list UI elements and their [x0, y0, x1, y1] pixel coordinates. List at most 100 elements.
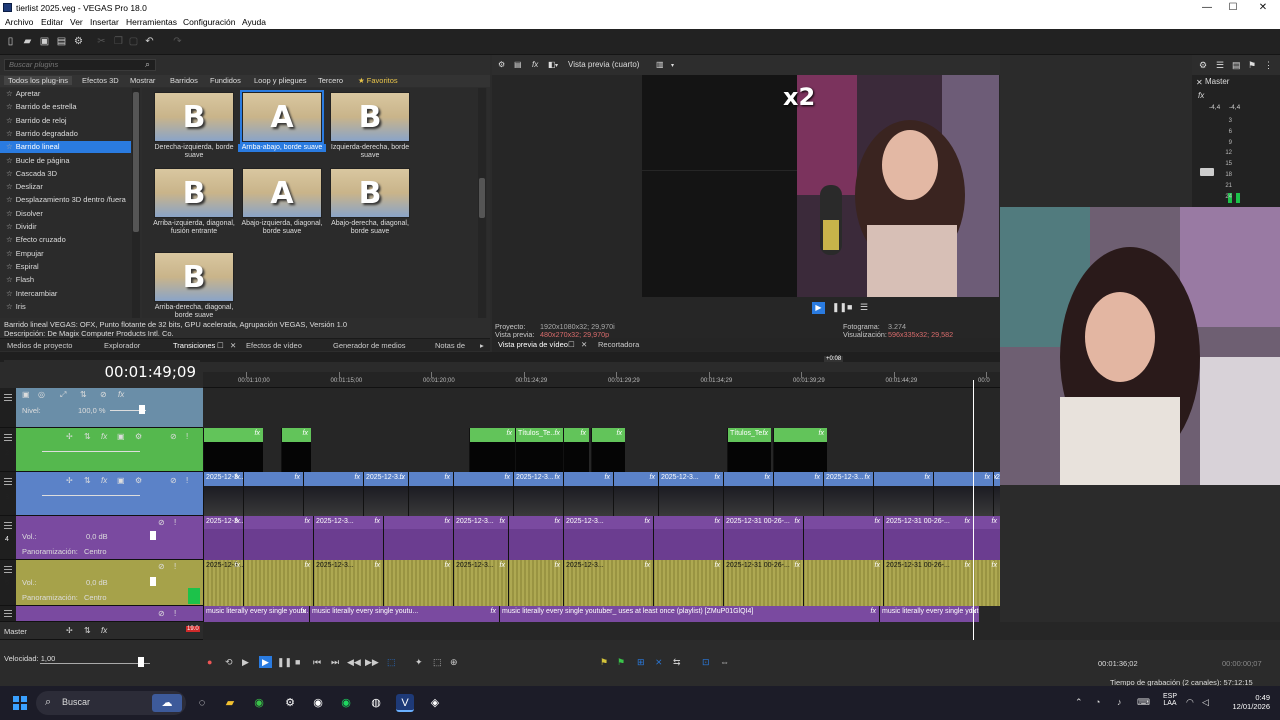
expand-icon[interactable]: ✢	[66, 432, 73, 441]
clip-fx-icon[interactable]: fx	[500, 562, 505, 569]
next-frame-button[interactable]: ▶▶	[365, 657, 379, 668]
plugin-list-item[interactable]: ☆ Iris	[0, 301, 131, 313]
clip-fx-icon[interactable]: fx	[715, 518, 720, 525]
speed-slider[interactable]	[40, 663, 150, 664]
plugin-list-item[interactable]: ☆ Espiral	[0, 261, 131, 273]
timeline-clip[interactable]: fx	[653, 560, 723, 606]
favorite-star-icon[interactable]: ☆	[6, 222, 13, 231]
expand-icon[interactable]: ✢	[66, 476, 73, 485]
preview-menu-icon[interactable]: ☰	[860, 302, 868, 313]
record-button[interactable]: ●	[207, 657, 212, 667]
minimize-button[interactable]: —	[1196, 1, 1218, 14]
region-icon[interactable]: ⚑	[617, 657, 625, 668]
preset-thumbnail[interactable]: B Abajo-derecha, diagonal, borde suave	[326, 168, 414, 236]
tab-medios-proyecto[interactable]: Medios de proyecto	[7, 341, 72, 350]
preset-thumbnail[interactable]: B Arriba-derecha, diagonal, borde suave	[150, 252, 238, 320]
vegas-taskbar-icon[interactable]: V	[396, 694, 414, 712]
clip-fx-icon[interactable]: fx	[992, 562, 997, 569]
menu-insertar[interactable]: Insertar	[90, 17, 119, 27]
mute-icon[interactable]: ⊘	[100, 390, 107, 399]
more-icon[interactable]: ⋮	[1264, 60, 1273, 71]
settings-icon[interactable]: ⚙	[281, 694, 299, 712]
clip-fx-icon[interactable]: fx	[400, 474, 405, 481]
menu-configuracion[interactable]: Configuración	[183, 17, 235, 27]
tray-keyboard-icon[interactable]: ⌨	[1137, 697, 1150, 708]
ripple-icon[interactable]: ⇆	[673, 657, 681, 668]
marker-icon[interactable]: ⚑	[600, 657, 608, 668]
media-icon[interactable]: ◍	[367, 694, 385, 712]
clip-fx-icon[interactable]: fx	[992, 518, 997, 525]
tab-mostrar[interactable]: Mostrar	[130, 76, 155, 85]
favorite-star-icon[interactable]: ☆	[6, 195, 13, 204]
solo-icon[interactable]: !	[186, 432, 188, 441]
timeline-clip[interactable]: fx	[933, 472, 993, 516]
clip-fx-icon[interactable]: fx	[985, 474, 990, 481]
solo-icon[interactable]: !	[174, 609, 176, 618]
track-motion-icon[interactable]: ▣	[22, 390, 30, 399]
speed-slider-handle[interactable]	[138, 657, 144, 667]
plugin-list-item[interactable]: ☆ Efecto cruzado	[0, 234, 131, 246]
clip-fx-icon[interactable]: fx	[925, 474, 930, 481]
plugin-list-item[interactable]: ☆ Desplazamiento 3D dentro /fuera	[0, 194, 131, 206]
clip-fx-icon[interactable]: fx	[763, 430, 768, 437]
clip-fx-icon[interactable]: fx	[617, 430, 622, 437]
favorite-star-icon[interactable]: ☆	[6, 89, 13, 98]
clip-fx-icon[interactable]: fx	[795, 518, 800, 525]
tab-generador-medios[interactable]: Generador de medios	[333, 341, 406, 350]
timeline-clip[interactable]: 2025-12-3...fx	[203, 516, 243, 560]
tab-fundidos[interactable]: Fundidos	[210, 76, 241, 85]
taskbar-clock[interactable]: 0:49 12/01/2026	[1218, 693, 1270, 711]
favorite-star-icon[interactable]: ☆	[6, 275, 13, 284]
favorite-star-icon[interactable]: ☆	[6, 249, 13, 258]
tab-notas[interactable]: Notas de	[435, 341, 465, 350]
timeline-clip[interactable]: fx	[281, 428, 311, 472]
chrome-icon[interactable]: ◉	[250, 694, 268, 712]
clip-fx-icon[interactable]: fx	[235, 562, 240, 569]
favorite-star-icon[interactable]: ☆	[6, 182, 13, 191]
clip-fx-icon[interactable]: fx	[375, 562, 380, 569]
timeline-clip[interactable]: music literally every single youtuber_ u…	[499, 606, 879, 622]
properties-icon[interactable]: ⚙	[73, 36, 84, 47]
open-folder-icon[interactable]: ▰	[22, 36, 33, 47]
envelope-icon[interactable]: ⇅	[80, 390, 87, 399]
envelope-icon[interactable]: ⇅	[84, 476, 91, 485]
clip-fx-icon[interactable]: fx	[445, 562, 450, 569]
preset-thumbnail[interactable]: A Arriba-abajo, borde suave	[238, 90, 326, 152]
clip-fx-icon[interactable]: fx	[605, 474, 610, 481]
favorite-star-icon[interactable]: ☆	[6, 116, 13, 125]
auto-crossfade-icon[interactable]: ⨯	[655, 657, 663, 668]
save-icon[interactable]: ▣	[39, 36, 50, 47]
tab-explorador[interactable]: Explorador	[104, 341, 140, 350]
preview-play-button[interactable]: ▶	[812, 302, 825, 314]
language-indicator[interactable]: ESP LAA	[1160, 693, 1180, 707]
timeline-clip[interactable]: 2025-12-3...fx	[453, 516, 508, 560]
clip-fx-icon[interactable]: fx	[965, 562, 970, 569]
clip-fx-icon[interactable]: fx	[445, 518, 450, 525]
timeline-clip[interactable]: 2025-12-3...fx	[203, 472, 243, 516]
preview-quality-select[interactable]: Vista previa (cuarto)	[568, 60, 639, 69]
clip-fx-icon[interactable]: fx	[555, 430, 560, 437]
close-tab-icon[interactable]: ✕	[230, 341, 236, 350]
tray-mic-icon[interactable]: ♪	[1117, 697, 1122, 707]
fx-icon[interactable]: fx	[101, 432, 107, 441]
chevron-down-icon[interactable]: ▾	[555, 62, 558, 69]
pause-button[interactable]: ❚❚	[277, 657, 292, 668]
clip-fx-icon[interactable]: fx	[295, 474, 300, 481]
timeline-clip[interactable]: fx	[508, 560, 563, 606]
plugin-list-item[interactable]: ☆ Empujar	[0, 248, 131, 260]
paste-icon[interactable]: ▢	[128, 36, 139, 47]
preset-thumbnail[interactable]: B Arriba-izquierda, diagonal, fusión entr…	[150, 168, 238, 236]
fx-chain-icon[interactable]: ⚑	[1248, 60, 1256, 71]
plugin-list-item[interactable]: ☆ Barrido lineal	[0, 141, 131, 154]
go-to-start-button[interactable]: ⏮	[313, 657, 321, 668]
nivel-slider-handle[interactable]	[139, 405, 145, 414]
grid-icon[interactable]: ▥	[656, 60, 664, 69]
presets-scrollbar[interactable]	[478, 88, 486, 318]
timeline-clip[interactable]: fx	[873, 472, 933, 516]
fx-icon[interactable]: fx	[532, 60, 538, 69]
level-slider[interactable]	[42, 451, 140, 452]
menu-archivo[interactable]: Archivo	[5, 17, 33, 27]
settings-icon[interactable]: ⚙	[135, 476, 142, 485]
timeline-clip[interactable]: music literally every single youtu...fx	[879, 606, 979, 622]
clip-fx-icon[interactable]: fx	[650, 474, 655, 481]
